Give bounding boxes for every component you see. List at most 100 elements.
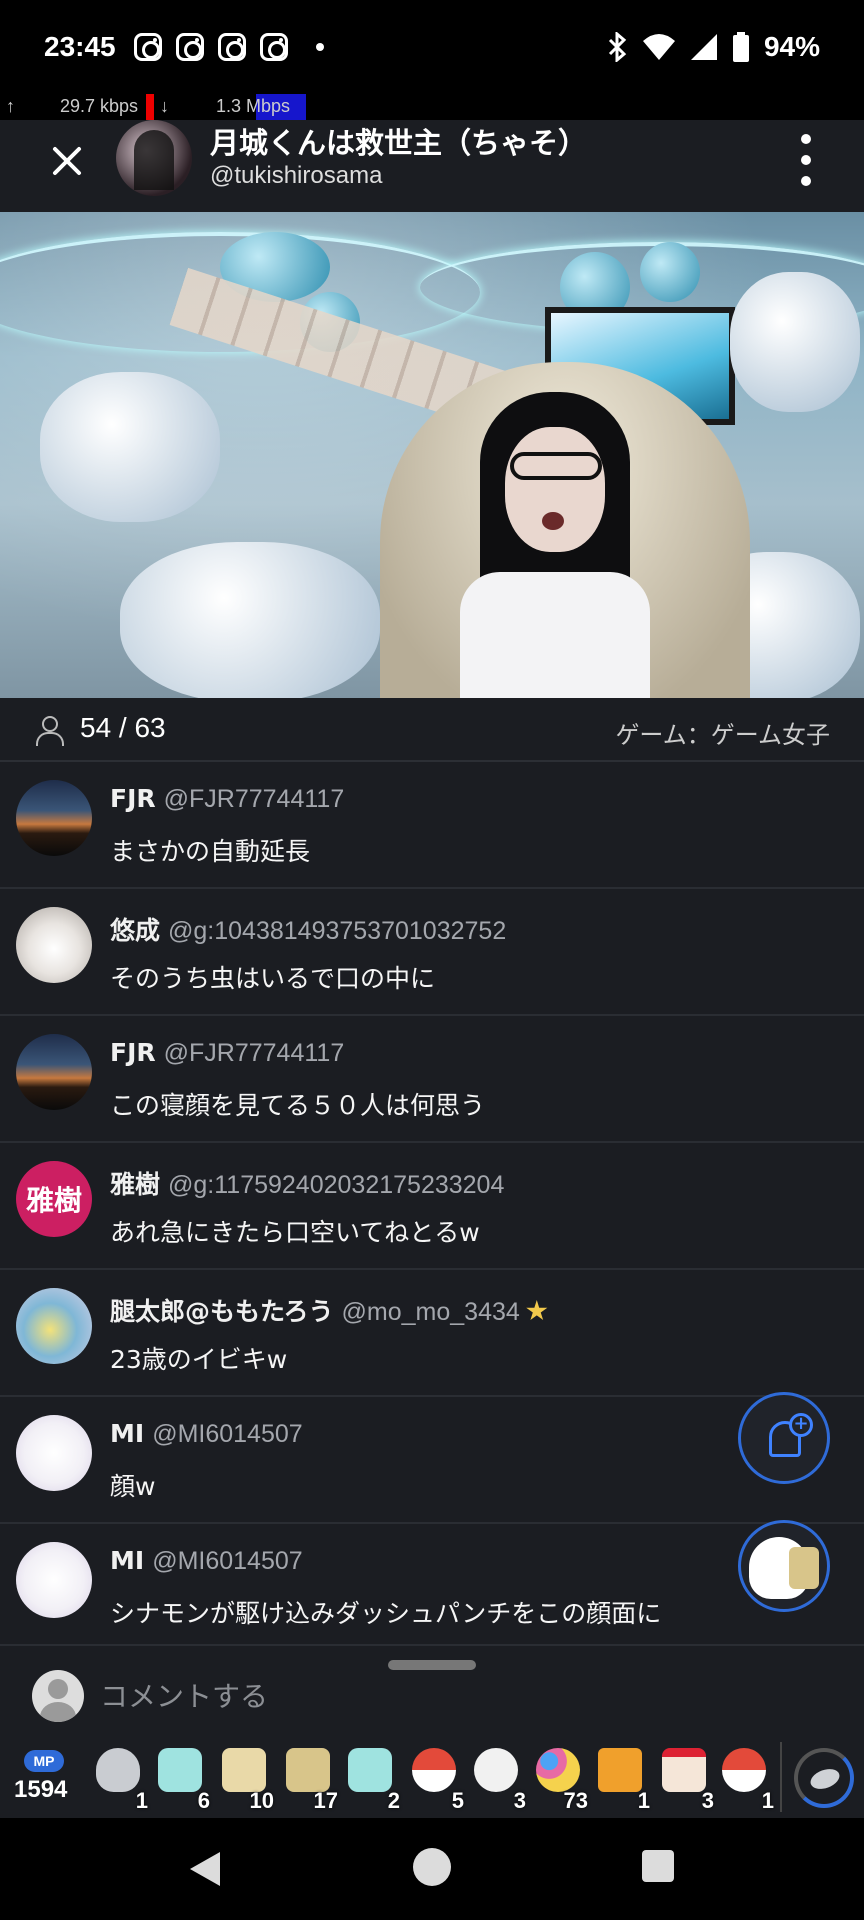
comment-composer-sheet: MP 1594 1 6 10 17 2 5 3 73 1 3 1 [0, 1644, 864, 1818]
gift-ghost-card[interactable]: 6 [152, 1742, 210, 1820]
comment-list[interactable]: FJR @FJR77744117 まさかの自動延長 悠成 @g:1043814937… [0, 762, 864, 1644]
mouth [542, 512, 564, 530]
user-avatar[interactable] [16, 1288, 92, 1364]
comment-author: 雅樹 @g:117592402032175233204 [110, 1170, 505, 1199]
ghost-character-icon [749, 1537, 819, 1599]
star-badge-icon [526, 1300, 548, 1321]
gift-count: 73 [563, 1788, 588, 1813]
character-gift-button[interactable] [738, 1520, 830, 1612]
comment-item[interactable]: 悠成 @g:104381493753701032752 そのうち虫はいるで口の中に [0, 889, 864, 1016]
plush-toy [120, 542, 380, 698]
system-icons: 94% [606, 31, 820, 63]
recents-icon[interactable] [642, 1850, 674, 1882]
user-avatar[interactable] [16, 907, 92, 983]
comment-item[interactable]: 腿太郎@ももたろう @mo_mo_3434 23歳のイビキw [0, 1270, 864, 1397]
status-time: 23:45 [44, 31, 116, 62]
stream-header: 月城くんは救世主（ちゃそ） @tukishirosama [0, 120, 864, 212]
streamer-avatar[interactable] [116, 120, 192, 196]
follow-notification-button[interactable]: + [738, 1392, 830, 1484]
gift-tea[interactable]: 17 [280, 1742, 338, 1820]
plush-toy [730, 272, 860, 412]
gift-sake[interactable]: 10 [216, 1742, 274, 1820]
comment-item[interactable]: MI @MI6014507 シナモンが駆け込みダッシュパンチをこの顔面に [0, 1524, 864, 1644]
user-avatar[interactable] [16, 1542, 92, 1618]
sake-icon [222, 1748, 266, 1792]
gift-balloons[interactable]: 73 [530, 1742, 588, 1820]
download-arrow-icon: ↓ [160, 96, 169, 116]
more-options-icon[interactable] [794, 134, 818, 186]
gift-present[interactable]: 1 [592, 1742, 650, 1820]
comment-item[interactable]: 雅樹 雅樹 @g:117592402032175233204 あれ急にきたら口空い… [0, 1143, 864, 1270]
person-icon [34, 716, 64, 746]
gift-count: 1 [135, 1788, 148, 1813]
comment-author: MI @MI6014507 [110, 1546, 303, 1575]
sheet-drag-handle[interactable] [388, 1660, 476, 1670]
comment-input[interactable] [100, 1670, 720, 1722]
status-bar: 23:45 94% [0, 0, 864, 94]
comment-item[interactable]: FJR @FJR77744117 まさかの自動延長 [0, 762, 864, 889]
comment-handle: @MI6014507 [152, 1420, 303, 1448]
wifi-icon [642, 34, 675, 60]
comment-text: 23歳のイビキw [110, 1345, 288, 1374]
gift-count: 17 [313, 1788, 338, 1813]
comment-handle: @g:117592402032175233204 [168, 1171, 505, 1199]
comment-text: あれ急にきたら口空いてねとるw [110, 1218, 480, 1247]
comment-item[interactable]: FJR @FJR77744117 この寝顔を見てる５０人は何思う [0, 1016, 864, 1143]
instagram-icon [175, 33, 204, 61]
gift-penguin[interactable]: 3 [468, 1742, 526, 1820]
ghost-card-icon [158, 1748, 202, 1792]
stream-info-row: 54 / 63 ゲーム：ゲーム女子 [0, 698, 864, 762]
gift-count: 3 [513, 1788, 526, 1813]
gift-bar: MP 1594 1 6 10 17 2 5 3 73 1 3 1 [0, 1742, 864, 1820]
comment-text: この寝顔を見てる５０人は何思う [110, 1091, 486, 1120]
santa-icon [412, 1748, 456, 1792]
my-avatar-icon [32, 1670, 84, 1722]
balloon [640, 242, 700, 302]
comment-item[interactable]: MI @MI6014507 顔w [0, 1397, 864, 1524]
present-icon [598, 1748, 642, 1792]
comment-handle: @FJR77744117 [163, 1039, 345, 1067]
cake-icon [662, 1748, 706, 1792]
streamer-handle: @tukishirosama [210, 162, 383, 189]
home-icon[interactable] [413, 1848, 451, 1886]
more-notifications-dot [315, 43, 324, 51]
comment-text: 顔w [110, 1472, 156, 1501]
user-avatar[interactable] [16, 1034, 92, 1110]
gift-count: 1 [637, 1788, 650, 1813]
video-player[interactable] [0, 212, 864, 698]
gift-count: 6 [197, 1788, 210, 1813]
viewer-count: 54 / 63 [80, 712, 166, 743]
comment-handle: @FJR77744117 [163, 785, 345, 813]
user-avatar[interactable] [16, 780, 92, 856]
streamer-face [505, 427, 605, 552]
shirt [460, 572, 650, 698]
user-avatar[interactable]: 雅樹 [16, 1161, 92, 1237]
user-avatar[interactable] [16, 1415, 92, 1491]
upload-speed: 29.7 kbps [60, 96, 139, 116]
plus-icon: + [789, 1413, 813, 1437]
gift-count: 1 [761, 1788, 774, 1813]
battery-icon [732, 32, 749, 62]
gift-santa[interactable]: 1 [716, 1742, 774, 1820]
back-icon[interactable] [190, 1852, 220, 1886]
comment-author: 悠成 @g:104381493753701032752 [110, 916, 507, 945]
comment-handle: @MI6014507 [152, 1547, 303, 1575]
gift-cake[interactable]: 3 [656, 1742, 714, 1820]
coin-progress-ring-icon[interactable] [794, 1748, 854, 1808]
gift-count: 2 [387, 1788, 400, 1813]
penguin-icon [474, 1748, 518, 1792]
gift-coin[interactable]: 1 [90, 1742, 148, 1820]
gift-count: 3 [701, 1788, 714, 1813]
gift-ghost-card[interactable]: 2 [342, 1742, 400, 1820]
bluetooth-icon [608, 32, 627, 62]
gift-count: 5 [451, 1788, 464, 1813]
comment-text: シナモンが駆け込みダッシュパンチをこの顔面に [110, 1599, 662, 1628]
close-icon[interactable] [46, 140, 88, 182]
gift-santa[interactable]: 5 [406, 1742, 464, 1820]
mp-label: MP [24, 1750, 64, 1772]
comment-handle: @mo_mo_3434 [341, 1298, 520, 1326]
comment-author: FJR @FJR77744117 [110, 784, 345, 813]
comment-author: FJR @FJR77744117 [110, 1038, 345, 1067]
category-tag[interactable]: ゲーム：ゲーム女子 [615, 715, 830, 750]
streamer-name[interactable]: 月城くんは救世主（ちゃそ） [210, 120, 587, 162]
